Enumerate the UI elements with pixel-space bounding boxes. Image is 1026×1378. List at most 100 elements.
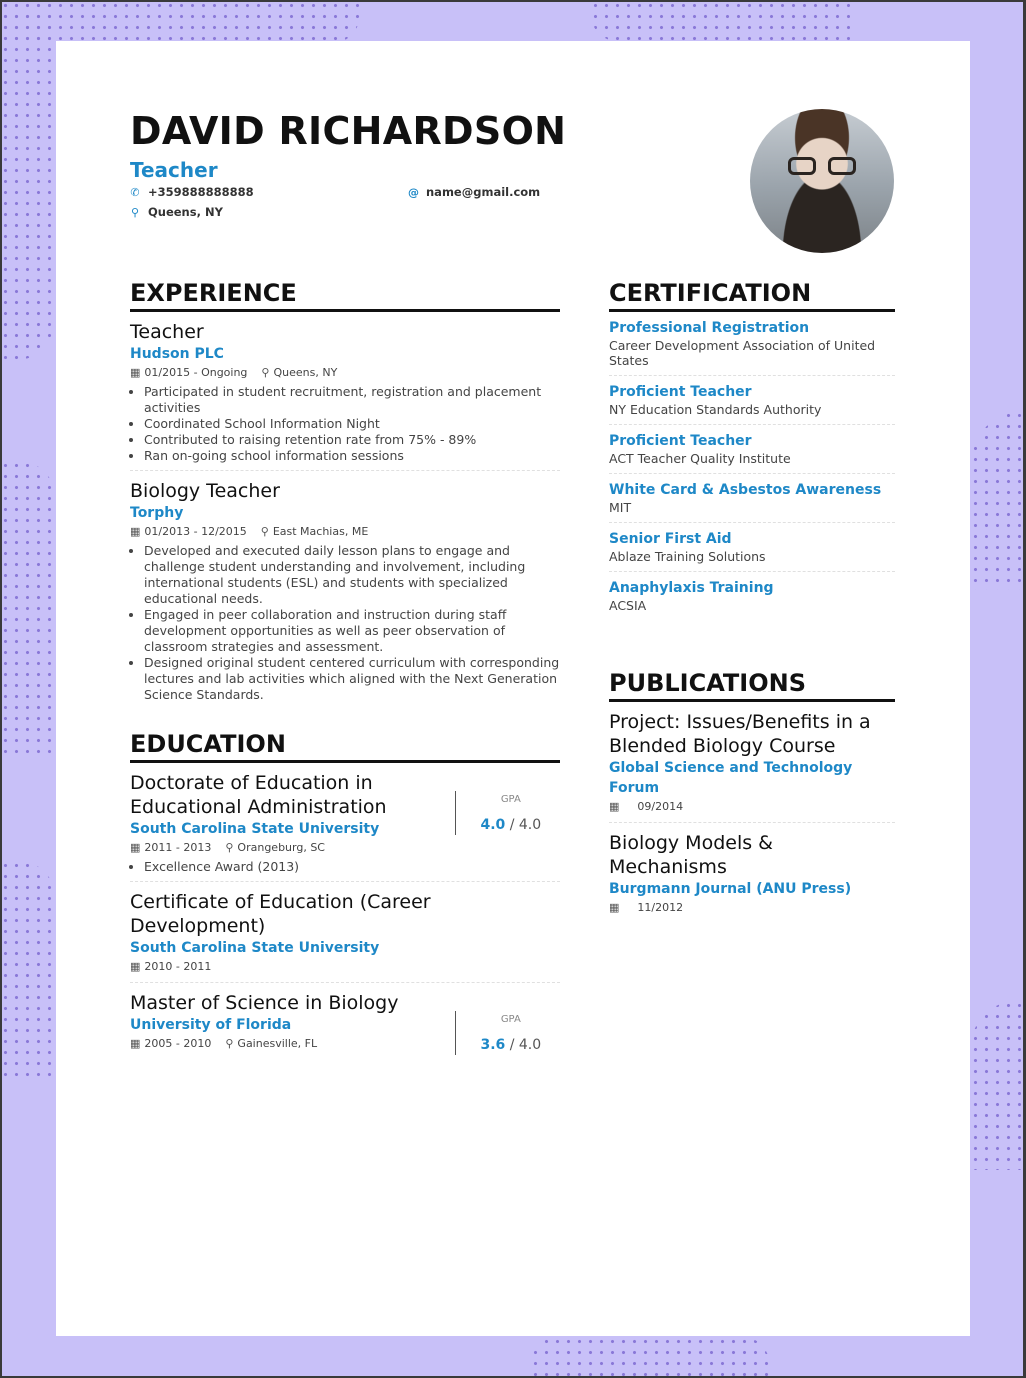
phone-icon: ✆ (130, 185, 140, 199)
education-section: EDUCATION Doctorate of Education in Educ… (130, 730, 560, 1061)
location: ⚲ East Machias, ME (261, 523, 369, 541)
certification-issuer: ACSIA (609, 598, 647, 613)
gpa-max: 4.0 (518, 817, 542, 833)
certification-title: Proficient Teacher (609, 433, 752, 449)
candidate-title: Teacher (130, 158, 218, 182)
bullet-item: Designed original student centered curri… (144, 655, 560, 703)
certification-item: Proficient Teacher ACT Teacher Quality In… (609, 425, 895, 474)
publication-title: Biology Models & Mechanisms (609, 832, 773, 878)
date-text: 01/2015 - Ongoing (144, 366, 248, 379)
bullet-item: Developed and executed daily lesson plan… (144, 543, 560, 607)
section-heading: PUBLICATIONS (609, 669, 895, 702)
certification-issuer: ACT Teacher Quality Institute (609, 451, 791, 466)
bullet-list: Excellence Award (2013) (130, 859, 455, 875)
map-pin-icon: ⚲ (225, 841, 234, 854)
item-meta: ▦ 09/2014 (609, 798, 895, 816)
bullet-list: Participated in student recruitment, reg… (130, 384, 560, 464)
education-item: Master of Science in Biology University o… (130, 983, 560, 1061)
bullet-item: Ran on-going school information sessions (144, 448, 560, 464)
profile-photo (750, 109, 894, 253)
email-address[interactable]: name@gmail.com (426, 185, 540, 199)
experience-section: EXPERIENCE Teacher Hudson PLC ▦ 01/2015 - O… (130, 279, 560, 709)
bullet-item: Contributed to raising retention rate fr… (144, 432, 560, 448)
publication-date: 11/2012 (637, 901, 684, 914)
date-text: 2005 - 2010 (144, 1037, 212, 1050)
certification-title: Senior First Aid (609, 531, 732, 547)
certification-title: White Card & Asbestos Awareness (609, 482, 882, 498)
experience-item: Teacher Hudson PLC ▦ 01/2015 - Ongoing ⚲ Quee… (130, 312, 560, 471)
decorative-dot-pattern (0, 460, 56, 760)
date-range: ▦ 2011 - 2013 (130, 839, 211, 857)
education-row: Certificate of Education (Career Develop… (130, 890, 560, 976)
at-icon: @ (408, 185, 419, 199)
publication-item: Biology Models & Mechanisms Burgmann Jour… (609, 823, 895, 923)
company-name: Hudson PLC (130, 346, 224, 362)
education-details: Certificate of Education (Career Develop… (130, 890, 460, 976)
bullet-item: Participated in student recruitment, reg… (144, 384, 560, 416)
location-text: Orangeburg, SC (237, 841, 325, 854)
education-item: Certificate of Education (Career Develop… (130, 882, 560, 983)
date-range: ▦ 01/2015 - Ongoing (130, 364, 247, 382)
education-item: Doctorate of Education in Educational Ad… (130, 763, 560, 882)
job-title: Teacher (130, 321, 204, 343)
location: ⚲ Gainesville, FL (225, 1035, 317, 1053)
publications-section: PUBLICATIONS Project: Issues/Benefits in… (609, 669, 895, 923)
education-row: Doctorate of Education in Educational Ad… (130, 771, 560, 875)
item-meta: ▦ 01/2013 - 12/2015 ⚲ East Machias, ME (130, 523, 560, 541)
date-range: ▦ 2010 - 2011 (130, 958, 211, 976)
item-meta: ▦ 2011 - 2013 ⚲ Orangeburg, SC (130, 839, 455, 857)
gpa-max: 4.0 (518, 1037, 542, 1053)
calendar-icon: ▦ (130, 960, 141, 973)
certification-section: CERTIFICATION Professional Registration C… (609, 279, 895, 620)
calendar-icon: ▦ (130, 841, 141, 854)
decorative-dot-pattern (970, 410, 1026, 590)
calendar-icon: ▦ (609, 800, 620, 813)
location-text: Queens, NY (273, 366, 338, 379)
section-heading: EDUCATION (130, 730, 560, 763)
location: ⚲ Orangeburg, SC (225, 839, 325, 857)
bullet-item: Engaged in peer collaboration and instru… (144, 607, 560, 655)
school-name: South Carolina State University (130, 940, 380, 956)
calendar-icon: ▦ (130, 366, 141, 379)
item-meta: ▦ 2010 - 2011 (130, 958, 460, 976)
location: ⚲ Queens, NY (261, 364, 337, 382)
calendar-icon: ▦ (609, 901, 620, 914)
section-heading: EXPERIENCE (130, 279, 560, 312)
decorative-dot-pattern (590, 0, 850, 42)
gpa-label: GPA (500, 794, 521, 805)
decorative-dot-pattern (970, 1000, 1026, 1170)
date-text: 01/2013 - 12/2015 (144, 525, 247, 538)
map-pin-icon: ⚲ (261, 366, 270, 379)
certification-issuer: MIT (609, 500, 632, 515)
certification-item: Proficient Teacher NY Education Standards… (609, 376, 895, 425)
phone-contact: ✆ +359888888888 (130, 185, 254, 199)
certification-title: Proficient Teacher (609, 384, 752, 400)
job-title: Biology Teacher (130, 480, 280, 502)
bullet-item: Coordinated School Information Night (144, 416, 560, 432)
resume-page: DAVID RICHARDSON Teacher ✆ +359888888888… (56, 41, 970, 1336)
phone-number: +359888888888 (148, 185, 254, 199)
item-meta: ▦ 01/2015 - Ongoing ⚲ Queens, NY (130, 364, 560, 382)
decorative-dot-pattern (0, 860, 56, 1080)
map-pin-icon: ⚲ (260, 525, 269, 538)
map-pin-icon: ⚲ (225, 1037, 234, 1050)
publication-date: 09/2014 (637, 800, 684, 813)
decorative-dot-pattern (530, 1336, 770, 1378)
glasses-graphic (788, 157, 856, 175)
certification-title: Professional Registration (609, 320, 810, 336)
item-meta: ▦ 11/2012 (609, 899, 895, 917)
degree-title: Master of Science in Biology (130, 992, 399, 1014)
certification-title: Anaphylaxis Training (609, 580, 774, 596)
gpa-box: GPA 4.0 / 4.0 (454, 791, 560, 835)
date-text: 2011 - 2013 (144, 841, 212, 854)
publication-title: Project: Issues/Benefits in a Blended Bi… (609, 711, 871, 757)
email-contact: @ name@gmail.com (408, 185, 540, 199)
item-meta: ▦ 2005 - 2010 ⚲ Gainesville, FL (130, 1035, 455, 1053)
certification-item: Senior First Aid Ablaze Training Solution… (609, 523, 895, 572)
location-contact: ⚲ Queens, NY (130, 205, 223, 219)
degree-title: Doctorate of Education in Educational Ad… (130, 772, 387, 818)
candidate-name: DAVID RICHARDSON (130, 109, 567, 153)
degree-title: Certificate of Education (Career Develop… (130, 891, 431, 937)
education-row: Master of Science in Biology University o… (130, 991, 560, 1055)
location-text: Gainesville, FL (237, 1037, 318, 1050)
